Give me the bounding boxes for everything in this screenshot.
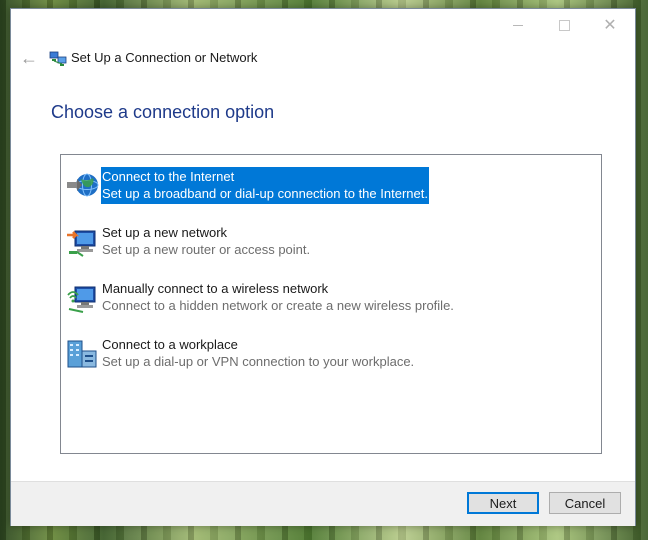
back-button[interactable]: ← (19, 49, 39, 67)
window-title: Set Up a Connection or Network (71, 50, 258, 65)
globe-network-icon (67, 173, 99, 197)
cancel-button[interactable]: Cancel (549, 492, 621, 514)
option-description: Set up a new router or access point. (102, 242, 311, 257)
connection-options-list[interactable]: Connect to the Internet Set up a broadba… (60, 154, 602, 454)
option-description: Set up a dial-up or VPN connection to yo… (102, 354, 415, 369)
option-wireless-network[interactable]: Manually connect to a wireless network C… (65, 279, 595, 319)
page-heading: Choose a connection option (51, 102, 275, 122)
option-connect-internet[interactable]: Connect to the Internet Set up a broadba… (65, 167, 595, 207)
maximize-icon (558, 19, 570, 31)
option-label-block: Connect to the Internet Set up a broadba… (101, 167, 429, 204)
option-title: Connect to a workplace (102, 337, 238, 352)
next-button[interactable]: Next (467, 492, 539, 514)
option-title: Connect to the Internet (102, 169, 235, 184)
new-network-icon (67, 230, 96, 257)
close-button[interactable]: ✕ (587, 9, 633, 41)
wireless-network-icon (67, 286, 96, 313)
option-description: Set up a broadband or dial-up connection… (102, 186, 428, 201)
workplace-icon (67, 340, 97, 368)
dialog-footer: Next Cancel (11, 481, 635, 526)
minimize-icon (513, 24, 523, 26)
network-setup-icon (49, 51, 67, 66)
option-label-block: Set up a new network Set up a new router… (101, 223, 311, 260)
option-title: Manually connect to a wireless network (102, 281, 329, 296)
option-description: Connect to a hidden network or create a … (102, 298, 454, 313)
option-new-network[interactable]: Set up a new network Set up a new router… (65, 223, 595, 263)
option-workplace[interactable]: Connect to a workplace Set up a dial-up … (65, 335, 595, 375)
minimize-button[interactable] (495, 9, 541, 41)
option-label-block: Connect to a workplace Set up a dial-up … (101, 335, 415, 372)
dialog-window: ✕ ← Set Up a Connection or Network Choos… (10, 8, 636, 526)
maximize-button[interactable] (541, 9, 587, 41)
option-title: Set up a new network (102, 225, 228, 240)
close-icon: ✕ (603, 17, 617, 34)
back-arrow-icon: ← (20, 48, 38, 68)
option-label-block: Manually connect to a wireless network C… (101, 279, 455, 316)
